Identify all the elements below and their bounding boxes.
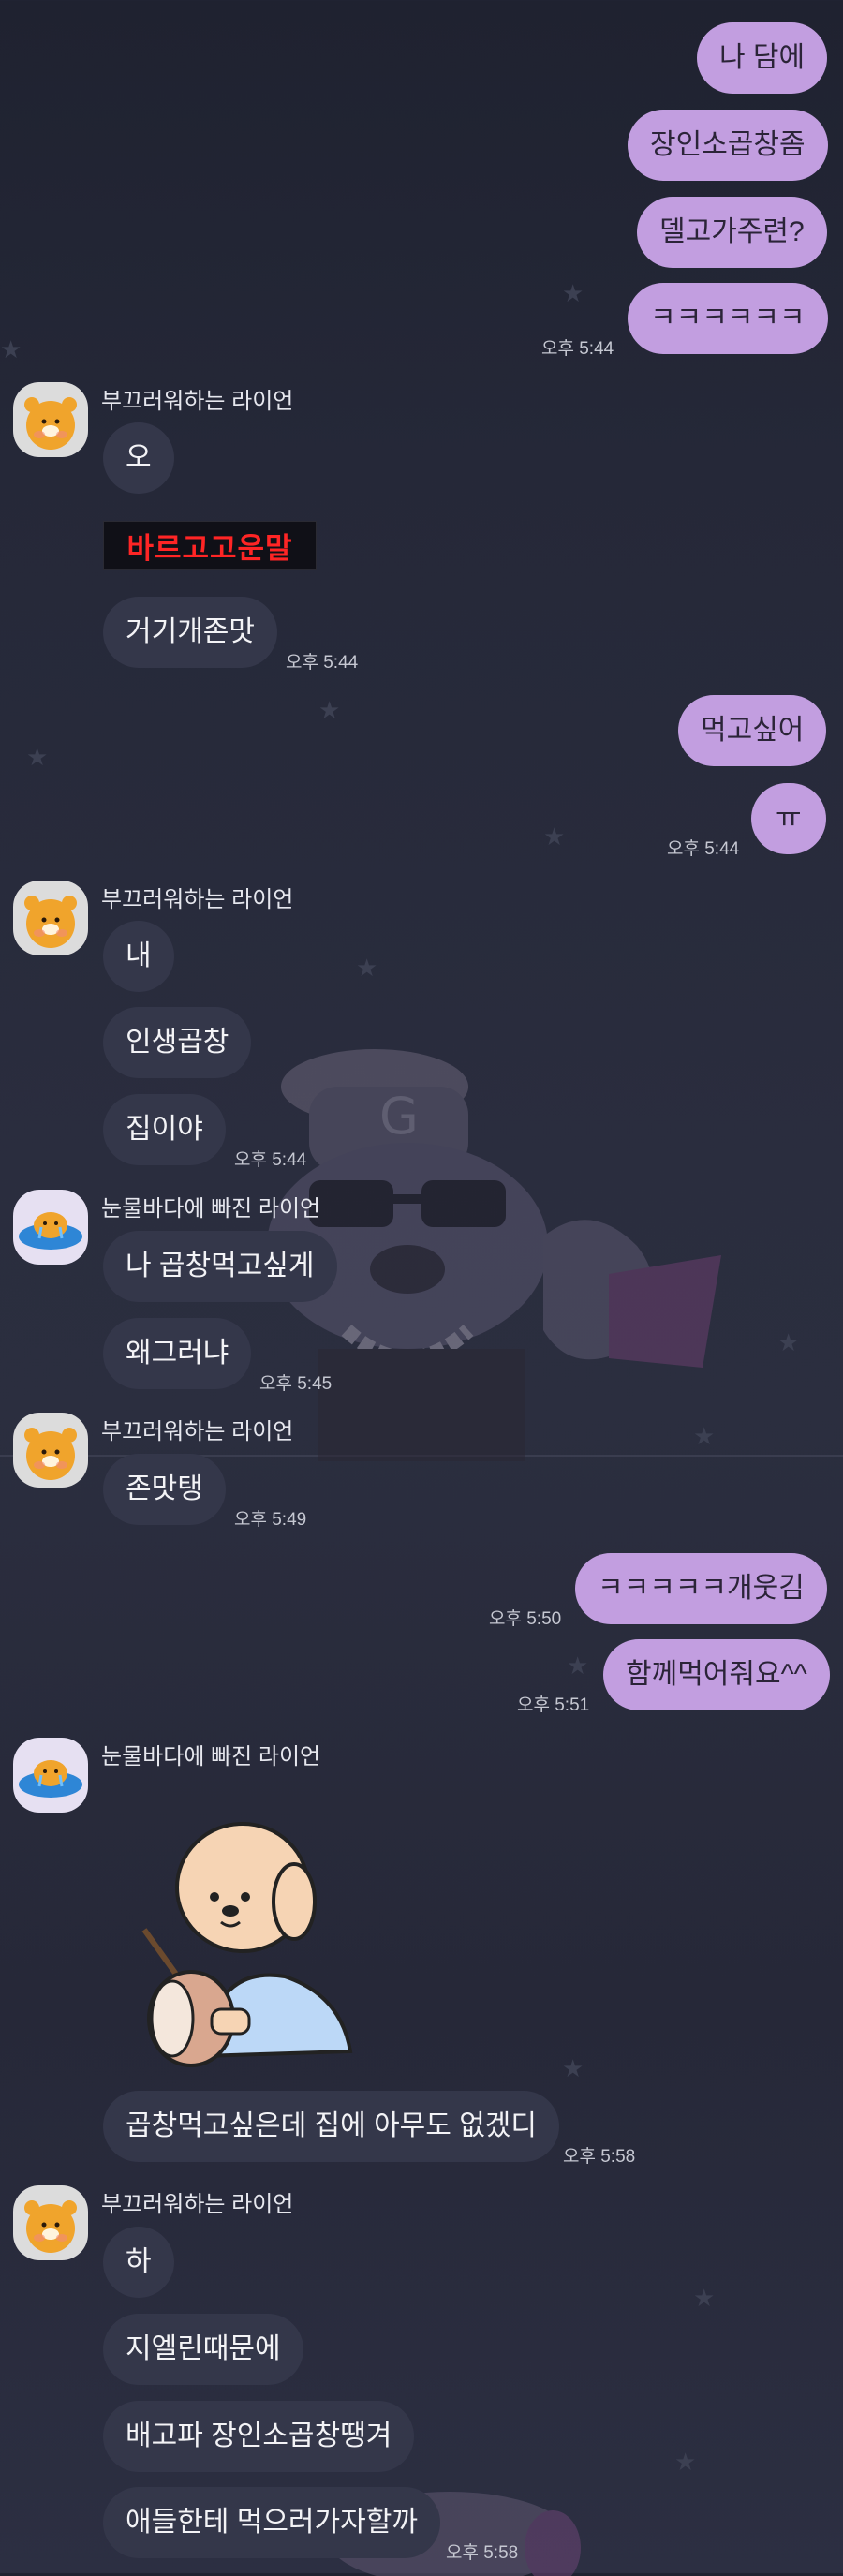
star-icon: ★ [567, 1651, 589, 1680]
their-message-bubble[interactable]: 나 곱창먹고싶게 [103, 1231, 337, 1302]
hidden-message-bubble[interactable]: 바르고고운말 [103, 521, 317, 570]
message-timestamp: 오후 5:51 [517, 1695, 590, 1715]
star-icon: ★ [356, 954, 378, 982]
their-message-bubble[interactable]: 배고파 장인소곱창땡겨 [103, 2401, 415, 2472]
their-message-bubble[interactable]: 존맛탱 [103, 1454, 226, 1525]
puppy-drum-sticker-icon[interactable] [126, 1817, 360, 2070]
star-icon: ★ [562, 2054, 584, 2082]
message-timestamp: 오후 5:44 [667, 839, 740, 859]
my-message-bubble[interactable]: ㅋㅋㅋㅋㅋㅋ [628, 283, 828, 354]
svg-text:G: G [379, 1087, 419, 1146]
message-timestamp: 오후 5:58 [446, 2543, 519, 2563]
my-message-bubble[interactable]: ㅠ [751, 783, 826, 854]
sender-name: 눈물바다에 빠진 라이언 [101, 1744, 321, 1769]
sender-name: 부끄러워하는 라이언 [101, 887, 294, 912]
their-message-bubble[interactable]: 지엘린때문에 [103, 2314, 303, 2385]
ryan-shy-avatar-icon[interactable] [13, 382, 88, 457]
their-message-bubble[interactable]: 곱창먹고싶은데 집에 아무도 없겠디 [103, 2091, 560, 2162]
message-timestamp: 오후 5:44 [286, 653, 359, 673]
message-timestamp: 오후 5:49 [234, 1510, 307, 1530]
my-message-bubble[interactable]: 나 담에 [697, 22, 828, 94]
my-message-bubble[interactable]: ㅋㅋㅋㅋㅋ개웃김 [575, 1553, 827, 1624]
ryan-shy-avatar-icon[interactable] [13, 2185, 88, 2260]
message-timestamp: 오후 5:50 [489, 1609, 562, 1629]
message-timestamp: 오후 5:58 [563, 2147, 636, 2167]
ryan-shy-avatar-icon[interactable] [13, 1413, 88, 1488]
ryan-crying-avatar-icon[interactable] [13, 1190, 88, 1265]
star-icon: ★ [674, 2448, 697, 2476]
their-message-bubble[interactable]: 애들한테 먹으러가자할까 [103, 2487, 440, 2558]
their-message-bubble[interactable]: 하 [103, 2227, 174, 2298]
ryan-crying-avatar-icon[interactable] [13, 1738, 88, 1813]
sender-name: 부끄러워하는 라이언 [101, 1419, 294, 1444]
their-message-bubble[interactable]: 왜그러냐 [103, 1318, 252, 1389]
sender-name: 눈물바다에 빠진 라이언 [101, 1196, 321, 1221]
their-message-bubble[interactable]: 오 [103, 422, 174, 494]
sender-name: 부끄러워하는 라이언 [101, 389, 294, 414]
ryan-shy-avatar-icon[interactable] [13, 881, 88, 955]
star-icon: ★ [0, 335, 22, 363]
my-message-bubble[interactable]: 함께먹어줘요^^ [603, 1639, 830, 1710]
star-icon: ★ [562, 279, 584, 307]
their-message-bubble[interactable]: 내 [103, 921, 174, 992]
message-timestamp: 오후 5:45 [259, 1374, 333, 1394]
message-timestamp: 오후 5:44 [234, 1150, 307, 1170]
my-message-bubble[interactable]: 장인소곱창좀 [628, 110, 828, 181]
their-message-bubble[interactable]: 인생곱창 [103, 1007, 252, 1078]
their-message-bubble[interactable]: 집이야 [103, 1094, 226, 1165]
my-message-bubble[interactable]: 델고가주련? [637, 197, 827, 268]
star-icon: ★ [693, 2284, 716, 2312]
star-icon: ★ [26, 743, 49, 771]
their-message-bubble[interactable]: 거기개존맛 [103, 597, 277, 668]
my-message-bubble[interactable]: 먹고싶어 [678, 695, 827, 766]
message-timestamp: 오후 5:44 [541, 339, 614, 359]
star-icon: ★ [543, 822, 566, 851]
star-icon: ★ [318, 696, 341, 724]
sender-name: 부끄러워하는 라이언 [101, 2192, 294, 2217]
